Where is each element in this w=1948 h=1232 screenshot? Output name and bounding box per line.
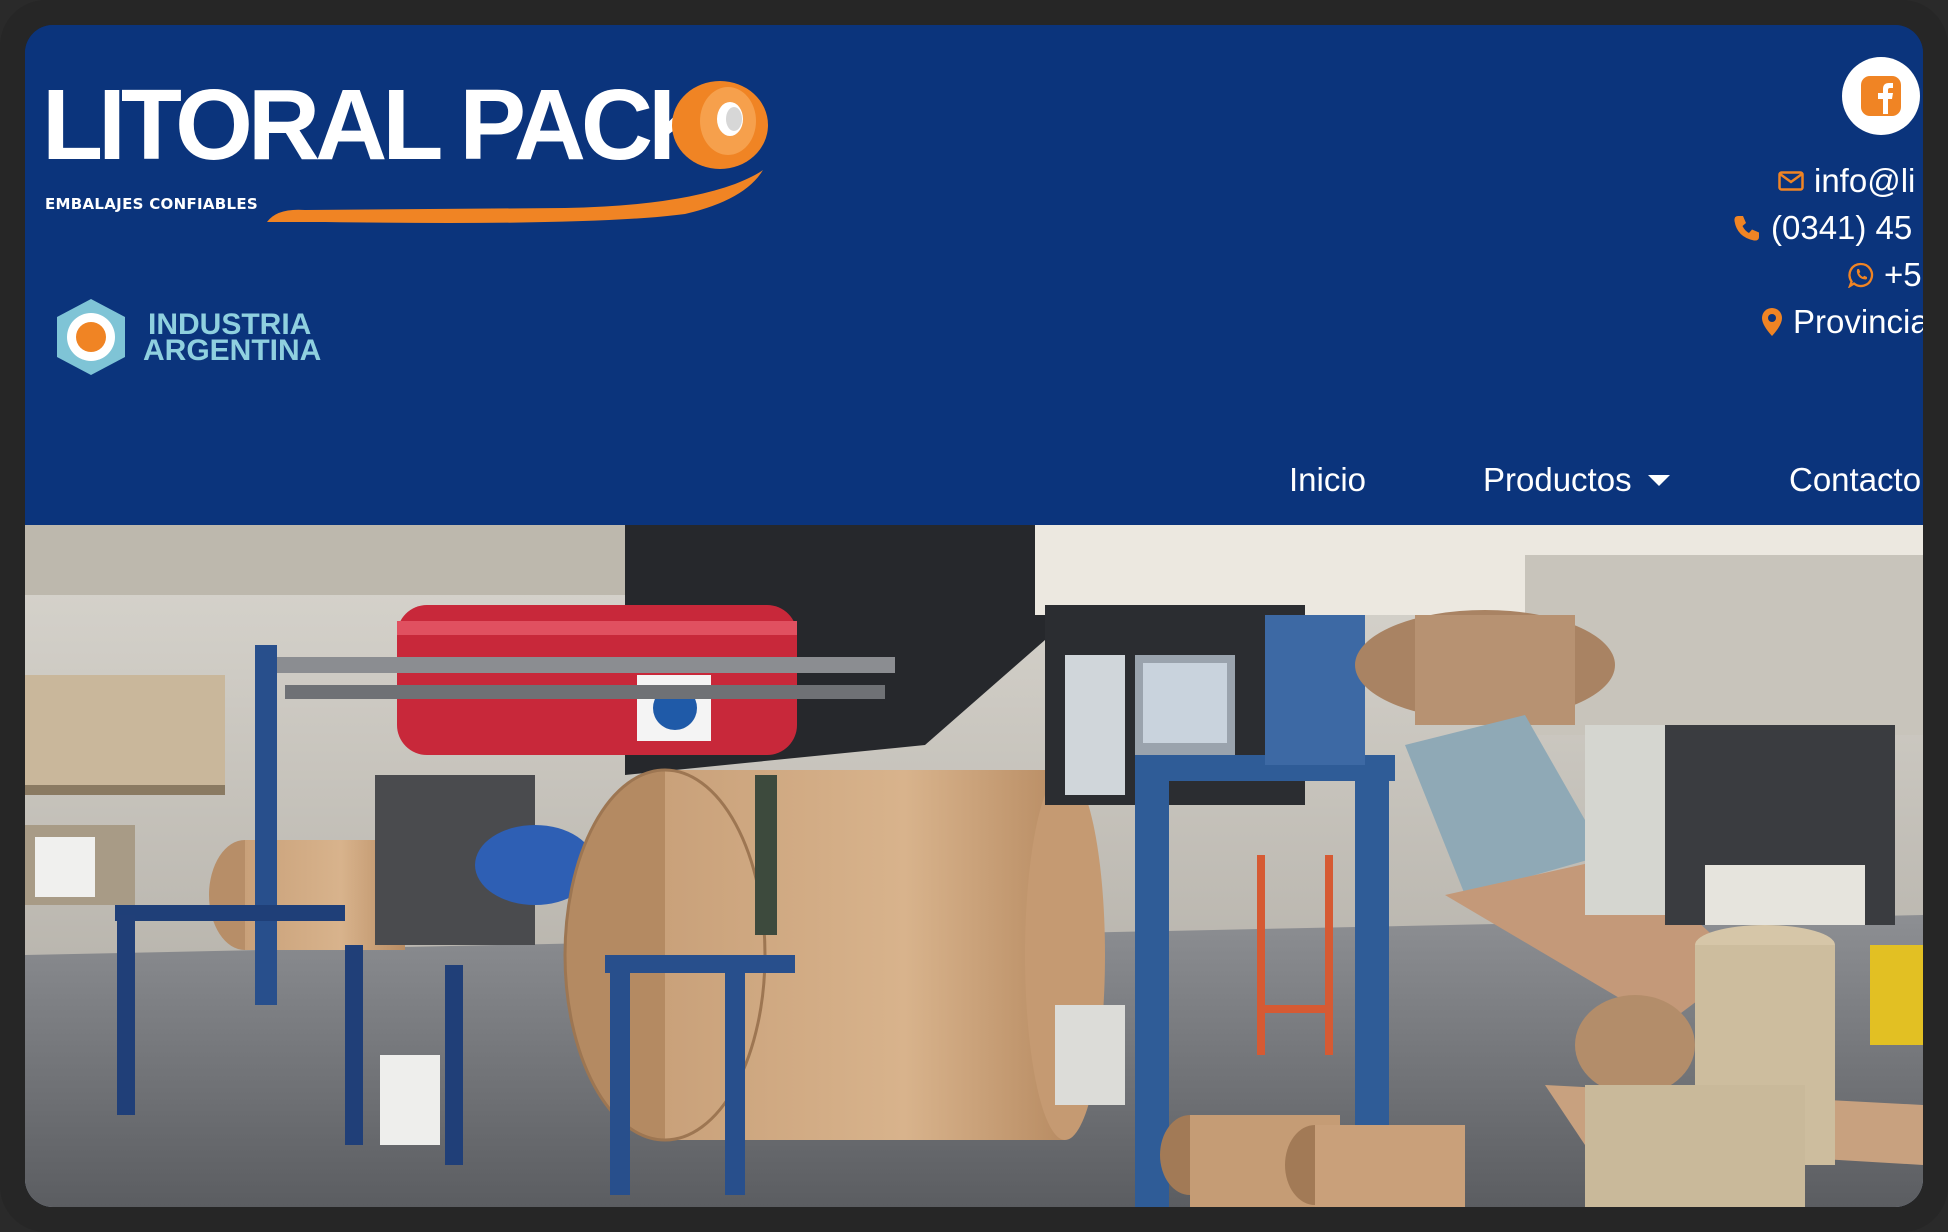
- contact-whatsapp[interactable]: +5: [1848, 255, 1923, 295]
- badge-line-2: ARGENTINA: [143, 334, 322, 367]
- contact-phone[interactable]: (0341) 45: [1733, 208, 1923, 248]
- facebook-button[interactable]: [1842, 57, 1920, 135]
- industria-argentina-icon: [57, 299, 125, 375]
- contact-address[interactable]: Provincia: [1761, 302, 1923, 342]
- contact-whatsapp-text: +5: [1884, 256, 1922, 293]
- site-header: LITORAL PACK EMBALAJES CONFIABLES INDUST…: [25, 25, 1923, 525]
- envelope-icon: [1778, 171, 1804, 191]
- contact-email-text: info@li: [1814, 162, 1916, 199]
- nav-item-productos-label: Productos: [1483, 461, 1632, 498]
- contact-email[interactable]: info@li: [1778, 161, 1923, 201]
- hero-image: [25, 525, 1923, 1207]
- site-logo[interactable]: LITORAL PACK EMBALAJES CONFIABLES: [42, 75, 782, 225]
- whatsapp-icon: [1848, 262, 1874, 288]
- browser-viewport: LITORAL PACK EMBALAJES CONFIABLES INDUST…: [25, 25, 1923, 1207]
- main-nav: Inicio Productos Contacto: [25, 445, 1923, 515]
- nav-item-inicio[interactable]: Inicio: [1289, 445, 1366, 515]
- chevron-down-icon: [1647, 474, 1670, 486]
- device-frame: LITORAL PACK EMBALAJES CONFIABLES INDUST…: [0, 0, 1948, 1232]
- nav-item-productos[interactable]: Productos: [1483, 445, 1670, 515]
- nav-item-contacto[interactable]: Contacto: [1789, 445, 1921, 515]
- logo-swoosh: [267, 170, 763, 223]
- phone-icon: [1734, 216, 1759, 241]
- tape-roll-logo-icon: [672, 81, 768, 169]
- logo-tagline: EMBALAJES CONFIABLES: [45, 195, 259, 213]
- contact-phone-text: (0341) 45: [1771, 209, 1913, 246]
- industria-argentina-badge: INDUSTRIA ARGENTINA: [53, 297, 353, 381]
- facebook-icon: [1861, 76, 1901, 116]
- logo-wordmark: LITORAL PACK: [42, 69, 720, 181]
- map-pin-icon: [1762, 308, 1782, 336]
- contact-address-text: Provincia: [1793, 303, 1923, 340]
- factory-photo: [25, 525, 1923, 1207]
